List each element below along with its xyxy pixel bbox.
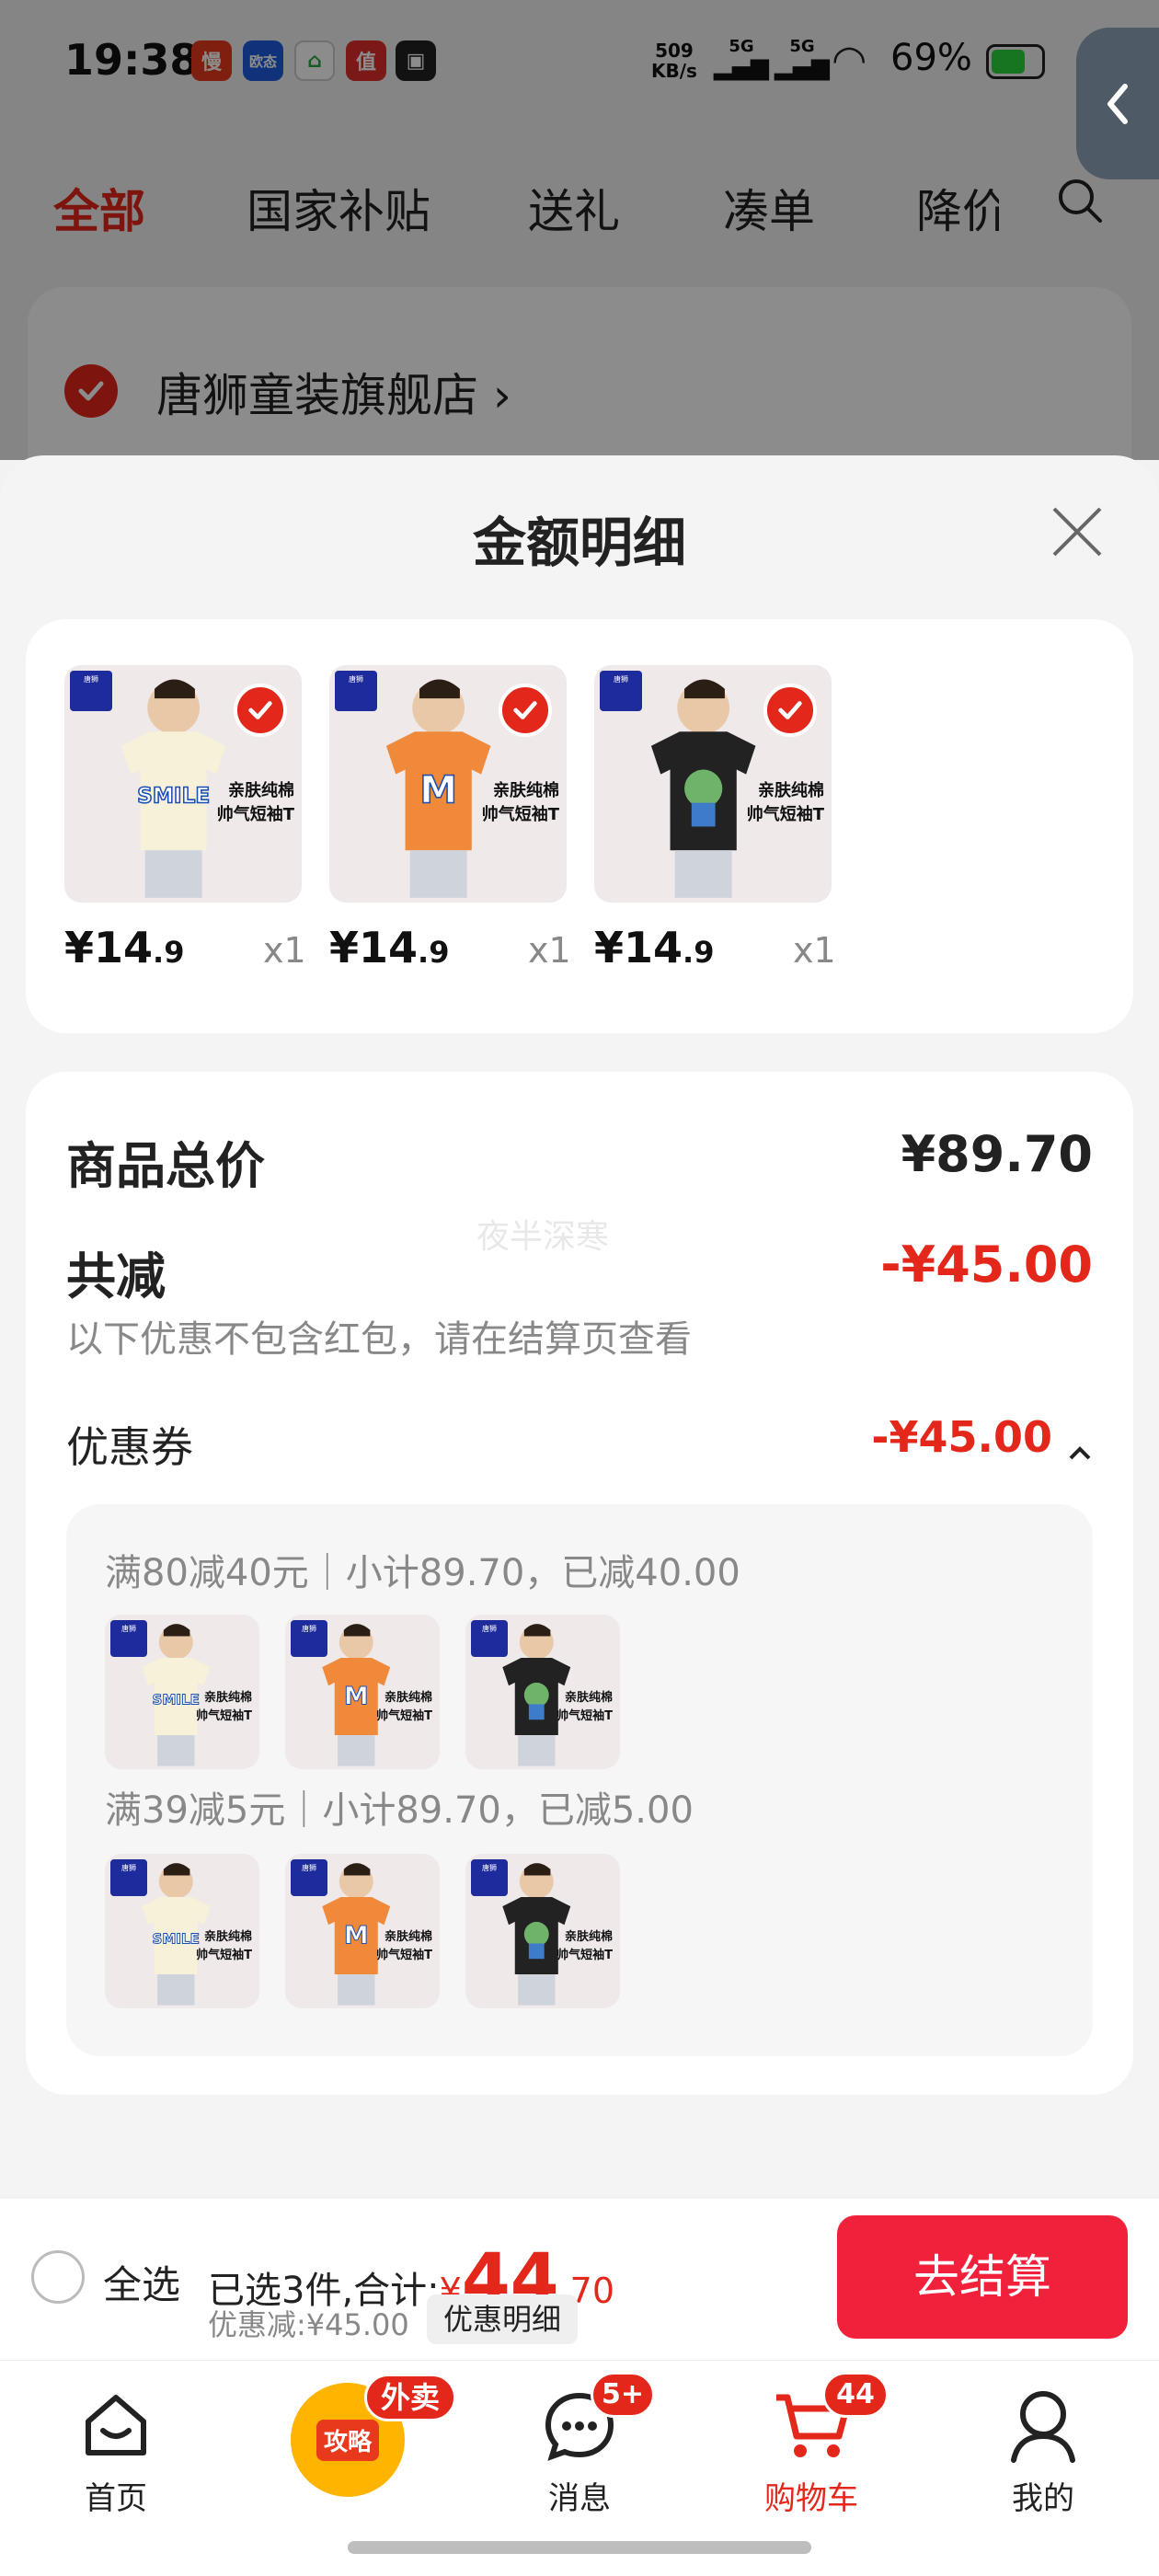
chevron-up-icon — [1067, 1428, 1093, 1459]
nav-badge: 外卖 — [364, 2374, 456, 2421]
total-value: ¥89.70 — [901, 1125, 1093, 1183]
product-tagline: 亲肤纯棉 帅气短袖T — [216, 780, 294, 824]
product-thumbnail[interactable]: M 唐狮亲肤纯棉 帅气短袖T — [285, 1615, 440, 1769]
item-price: ¥14.9 — [64, 923, 185, 972]
select-all-checkbox[interactable] — [31, 2250, 85, 2304]
brand-logo-icon: 唐狮 — [471, 1859, 508, 1896]
svg-text:SMILE: SMILE — [153, 1930, 201, 1947]
brand-logo-icon: 唐狮 — [600, 671, 642, 711]
brand-logo-icon: 唐狮 — [291, 1859, 327, 1896]
home-indicator[interactable] — [348, 2541, 811, 2554]
product-tagline: 亲肤纯棉 帅气短袖T — [481, 780, 559, 824]
checkout-bar: 全选 已选3件,合计:¥44.70 优惠减:¥45.00 优惠明细 去结算 — [0, 2199, 1159, 2360]
brand-logo-icon: 唐狮 — [70, 671, 112, 711]
reduce-label: 共减 — [66, 1248, 166, 1305]
item-quantity: x1 — [528, 930, 571, 971]
product-thumbnail[interactable]: SMILE 唐狮亲肤纯棉 帅气短袖T — [64, 665, 302, 903]
selected-check-icon[interactable] — [499, 684, 552, 737]
discount-detail-button[interactable]: 优惠明细 — [427, 2294, 579, 2344]
product-thumbnail[interactable]: 唐狮亲肤纯棉 帅气短袖T — [594, 665, 832, 903]
home-icon — [79, 2388, 153, 2470]
profile-icon — [1006, 2386, 1080, 2472]
dim-overlay[interactable] — [0, 0, 1159, 460]
close-icon[interactable] — [1049, 503, 1106, 560]
select-all-label[interactable]: 全选 — [103, 2254, 180, 2310]
coupon-value: -¥45.00 — [871, 1412, 1052, 1462]
brand-logo-icon: 唐狮 — [110, 1859, 147, 1896]
price-summary-card: 商品总价 ¥89.70 共减 -¥45.00 夜半深寒 以下优惠不包含红包，请在… — [26, 1072, 1133, 2095]
coupon-group-title: 满80减40元｜小计89.70，已减40.00 — [105, 1552, 740, 1594]
brand-logo-icon: 唐狮 — [335, 671, 377, 711]
product-thumbnail[interactable]: M 唐狮亲肤纯棉 帅气短袖T — [285, 1854, 440, 2008]
checkout-button[interactable]: 去结算 — [837, 2215, 1128, 2339]
svg-text:SMILE: SMILE — [137, 784, 210, 809]
product-tagline: 亲肤纯棉 帅气短袖T — [196, 1690, 252, 1723]
item-price: ¥14.9 — [329, 923, 450, 972]
coupon-toggle[interactable]: -¥45.00 — [871, 1412, 1093, 1462]
product-list-card: SMILE 唐狮亲肤纯棉 帅气短袖T ¥14.9 x1 M 唐狮亲肤纯棉 帅气短袖T ¥14.9… — [26, 619, 1133, 1033]
product-thumbnail[interactable]: SMILE 唐狮亲肤纯棉 帅气短袖T — [105, 1854, 259, 2008]
nav-cart-label: 购物车 — [764, 2480, 858, 2517]
product-tagline: 亲肤纯棉 帅气短袖T — [557, 1929, 613, 1962]
svg-text:M: M — [344, 1682, 369, 1710]
item-price: ¥14.9 — [594, 923, 715, 972]
brand-logo-icon: 唐狮 — [291, 1620, 327, 1657]
nav-profile-label: 我的 — [1012, 2480, 1074, 2517]
selected-check-icon[interactable] — [763, 684, 817, 737]
product-tagline: 亲肤纯棉 帅气短袖T — [376, 1929, 432, 1962]
product-thumbnail[interactable]: M 唐狮亲肤纯棉 帅气短袖T — [329, 665, 567, 903]
product-thumbnail[interactable]: 唐狮亲肤纯棉 帅气短袖T — [465, 1854, 620, 2008]
coupon-group-title: 满39减5元｜小计89.70，已减5.00 — [105, 1789, 694, 1832]
nav-badge: 5+ — [591, 2372, 655, 2418]
product-tagline: 亲肤纯棉 帅气短袖T — [196, 1929, 252, 1962]
brand-logo-icon: 唐狮 — [110, 1620, 147, 1657]
brand-logo-icon: 唐狮 — [471, 1620, 508, 1657]
item-quantity: x1 — [793, 930, 836, 971]
svg-text:SMILE: SMILE — [153, 1691, 201, 1708]
side-collapse-handle[interactable] — [1076, 28, 1159, 179]
product-tagline: 亲肤纯棉 帅气短袖T — [376, 1690, 432, 1723]
coupon-label: 优惠券 — [66, 1422, 193, 1472]
product-tagline: 亲肤纯棉 帅气短袖T — [557, 1690, 613, 1723]
nav-home-label: 首页 — [85, 2480, 147, 2517]
svg-text:M: M — [419, 768, 457, 812]
nav-badge: 44 — [822, 2372, 889, 2418]
reduce-note: 以下优惠不包含红包，请在结算页查看 — [66, 1318, 692, 1361]
item-quantity: x1 — [263, 930, 306, 971]
watermark: 夜半深寒 — [476, 1218, 610, 1256]
total-label: 商品总价 — [66, 1137, 265, 1195]
discount-text: 优惠减:¥45.00 — [208, 2307, 409, 2342]
svg-text:M: M — [344, 1921, 369, 1949]
nav-messages-label: 消息 — [548, 2480, 611, 2517]
coupon-detail-box: 满80减40元｜小计89.70，已减40.00 满39减5元｜小计89.70，已… — [66, 1504, 1093, 2056]
reduce-value: -¥45.00 — [880, 1236, 1093, 1294]
bottom-nav: 首页 攻略 外卖 5+ 消息 44 购物车 我的 — [0, 2360, 1159, 2576]
product-thumbnail[interactable]: SMILE 唐狮亲肤纯棉 帅气短袖T — [105, 1615, 259, 1769]
product-tagline: 亲肤纯棉 帅气短袖T — [746, 780, 824, 824]
product-thumbnail[interactable]: 唐狮亲肤纯棉 帅气短袖T — [465, 1615, 620, 1769]
amount-detail-sheet: 金额明细 SMILE 唐狮 亲肤纯棉 帅气短袖T ¥14.9 x1 M 唐狮 亲肤纯棉 帅气短袖T… — [0, 455, 1159, 2194]
selected-check-icon[interactable] — [234, 684, 287, 737]
sheet-title: 金额明细 — [472, 512, 686, 574]
